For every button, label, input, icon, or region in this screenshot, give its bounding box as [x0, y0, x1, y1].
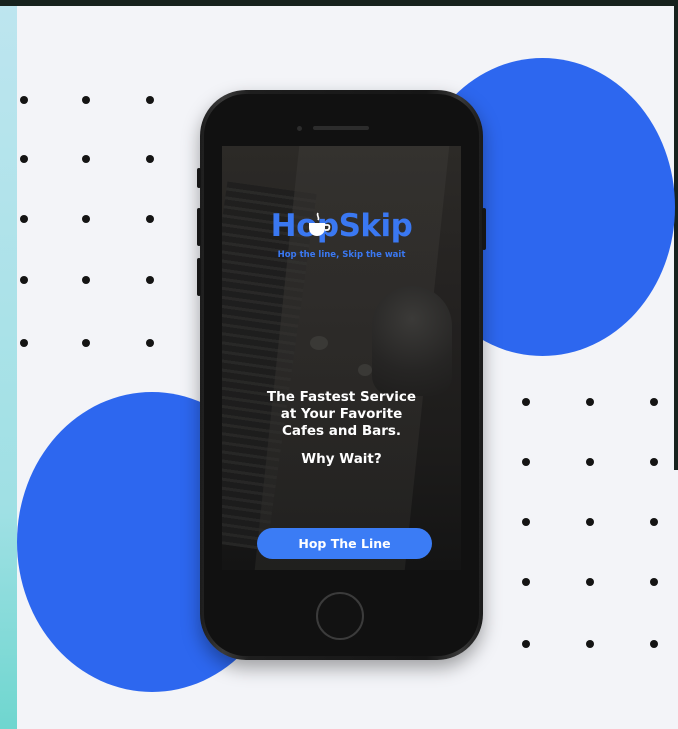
dot	[586, 398, 594, 406]
dot	[650, 640, 658, 648]
dot	[522, 640, 530, 648]
dot	[82, 215, 90, 223]
left-color-strip	[0, 6, 17, 729]
app-logo: HopSkip	[222, 208, 461, 244]
dot	[650, 398, 658, 406]
dot	[146, 155, 154, 163]
dot	[82, 339, 90, 347]
dot	[20, 96, 28, 104]
phone-silent-switch	[197, 168, 201, 188]
app-tagline: Hop the line, Skip the wait	[277, 250, 406, 260]
dot	[586, 578, 594, 586]
top-border	[0, 0, 678, 6]
dot	[20, 276, 28, 284]
front-camera	[297, 126, 302, 131]
dot	[650, 578, 658, 586]
phone-power-button	[482, 208, 486, 250]
hop-the-line-button[interactable]: Hop The Line	[257, 528, 432, 559]
dot	[82, 276, 90, 284]
dot	[82, 96, 90, 104]
app-logo-text: HopSkip	[270, 208, 413, 244]
hero-headline: The Fastest Service at Your Favorite Caf…	[266, 389, 417, 439]
dot	[20, 155, 28, 163]
dot	[650, 458, 658, 466]
dot	[82, 155, 90, 163]
dot	[146, 276, 154, 284]
dot	[522, 518, 530, 526]
dot	[586, 640, 594, 648]
dot	[650, 518, 658, 526]
dot	[586, 458, 594, 466]
dot	[522, 578, 530, 586]
dot	[146, 96, 154, 104]
dot	[20, 215, 28, 223]
right-border	[674, 0, 678, 470]
phone-mockup: HopSkip Hop the line, Skip the wait The …	[197, 90, 486, 660]
dot	[20, 339, 28, 347]
phone-volume-down	[197, 258, 201, 296]
app-screen: HopSkip Hop the line, Skip the wait The …	[222, 146, 461, 570]
coffee-cup-icon	[309, 212, 331, 236]
phone-speaker	[313, 126, 369, 130]
background-cup	[358, 364, 372, 376]
dot	[522, 398, 530, 406]
dot	[586, 518, 594, 526]
dot	[146, 339, 154, 347]
hero-subheadline: Why Wait?	[301, 451, 382, 467]
dot	[146, 215, 154, 223]
dot	[522, 458, 530, 466]
phone-home-button	[316, 592, 364, 640]
background-barista	[372, 286, 452, 396]
phone-volume-up	[197, 208, 201, 246]
background-cup	[310, 336, 328, 350]
